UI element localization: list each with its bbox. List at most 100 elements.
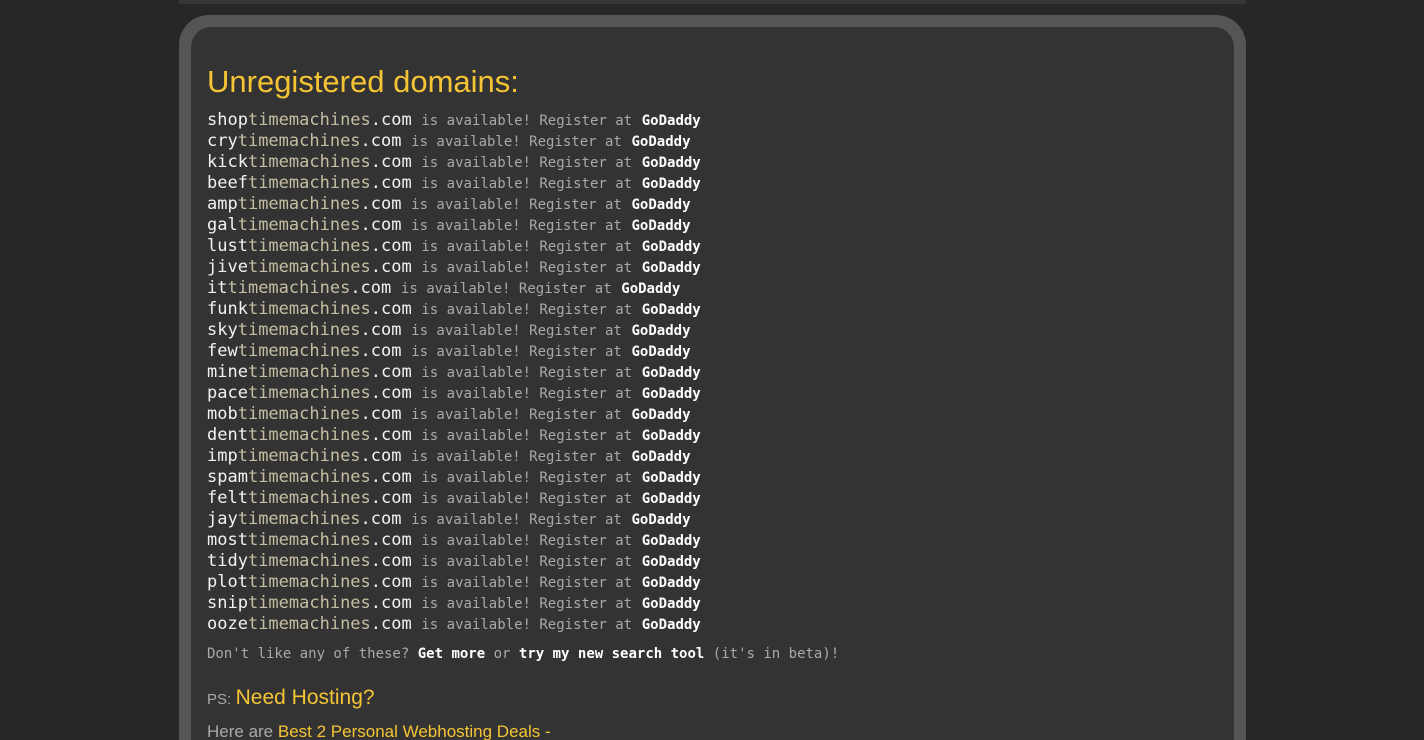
domain-base-name: timemachines: [247, 173, 371, 193]
register-link-godaddy[interactable]: GoDaddy: [632, 512, 691, 528]
register-link-godaddy[interactable]: GoDaddy: [642, 491, 701, 507]
domain-row: fewtimemachines.com is available! Regist…: [207, 340, 1217, 361]
register-link-godaddy[interactable]: GoDaddy: [632, 134, 691, 150]
domain-row: shoptimemachines.com is available! Regis…: [207, 109, 1217, 130]
domain-base-name: timemachines: [247, 614, 371, 634]
domain-base-name: timemachines: [247, 299, 371, 319]
availability-text: is available! Register at: [421, 554, 633, 570]
domain-row: mosttimemachines.com is available! Regis…: [207, 529, 1217, 550]
register-link-godaddy[interactable]: GoDaddy: [632, 218, 691, 234]
availability-text: is available! Register at: [421, 176, 633, 192]
domain-tld: .com: [370, 551, 412, 571]
domain-base-name: timemachines: [237, 131, 361, 151]
domain-prefix: ooze: [207, 614, 248, 634]
register-link-godaddy[interactable]: GoDaddy: [642, 302, 701, 318]
domain-row: crytimemachines.com is available! Regist…: [207, 130, 1217, 151]
register-link-godaddy[interactable]: GoDaddy: [642, 113, 701, 129]
register-link-godaddy[interactable]: GoDaddy: [642, 176, 701, 192]
domain-base-name: timemachines: [247, 530, 371, 550]
domain-prefix: it: [207, 278, 228, 298]
availability-text: is available! Register at: [411, 323, 622, 339]
register-link-godaddy[interactable]: GoDaddy: [642, 260, 701, 276]
domain-row: jivetimemachines.com is available! Regis…: [207, 256, 1217, 277]
register-link-godaddy[interactable]: GoDaddy: [621, 281, 680, 297]
domain-tld: .com: [370, 467, 412, 487]
domain-prefix: funk: [207, 299, 248, 319]
register-link-godaddy[interactable]: GoDaddy: [642, 617, 701, 633]
register-link-godaddy[interactable]: GoDaddy: [632, 344, 691, 360]
domain-prefix: felt: [207, 488, 248, 508]
register-link-godaddy[interactable]: GoDaddy: [632, 449, 691, 465]
hosting-deals-line: Here are Best 2 Personal Webhosting Deal…: [207, 721, 1217, 740]
domain-row: imptimemachines.com is available! Regist…: [207, 445, 1217, 466]
domain-base-name: timemachines: [247, 593, 371, 613]
domain-prefix: sky: [207, 320, 238, 340]
domain-prefix: most: [207, 530, 248, 550]
domain-tld: .com: [350, 278, 392, 298]
domain-row: amptimemachines.com is available! Regist…: [207, 193, 1217, 214]
hosting-deals-link[interactable]: Best 2 Personal Webhosting Deals -: [278, 722, 551, 740]
domain-base-name: timemachines: [247, 467, 371, 487]
domain-prefix: imp: [207, 446, 238, 466]
domain-tld: .com: [360, 509, 402, 529]
domain-tld: .com: [370, 425, 412, 445]
domain-row: kicktimemachines.com is available! Regis…: [207, 151, 1217, 172]
domain-prefix: shop: [207, 110, 248, 130]
register-link-godaddy[interactable]: GoDaddy: [632, 197, 691, 213]
domain-prefix: jive: [207, 257, 248, 277]
more-options-line: Don't like any of these? Get more or try…: [207, 644, 1217, 664]
availability-text: is available! Register at: [421, 155, 633, 171]
register-link-godaddy[interactable]: GoDaddy: [642, 239, 701, 255]
domain-row: mobtimemachines.com is available! Regist…: [207, 403, 1217, 424]
domain-prefix: snip: [207, 593, 248, 613]
domain-tld: .com: [360, 194, 402, 214]
register-link-godaddy[interactable]: GoDaddy: [642, 365, 701, 381]
domain-base-name: timemachines: [247, 152, 371, 172]
domain-row: minetimemachines.com is available! Regis…: [207, 361, 1217, 382]
domain-row: denttimemachines.com is available! Regis…: [207, 424, 1217, 445]
register-link-godaddy[interactable]: GoDaddy: [632, 323, 691, 339]
domain-row: tidytimemachines.com is available! Regis…: [207, 550, 1217, 571]
availability-text: is available! Register at: [421, 239, 633, 255]
domain-row: beeftimemachines.com is available! Regis…: [207, 172, 1217, 193]
availability-text: is available! Register at: [421, 470, 633, 486]
register-link-godaddy[interactable]: GoDaddy: [642, 155, 701, 171]
domain-prefix: spam: [207, 467, 248, 487]
page-title: Unregistered domains:: [207, 64, 519, 99]
search-tool-link[interactable]: try my new search tool: [519, 646, 704, 662]
domain-tld: .com: [360, 404, 402, 424]
domain-base-name: timemachines: [247, 110, 371, 130]
availability-text: is available! Register at: [411, 218, 622, 234]
domain-row: galtimemachines.com is available! Regist…: [207, 214, 1217, 235]
register-link-godaddy[interactable]: GoDaddy: [632, 407, 691, 423]
domain-prefix: gal: [207, 215, 238, 235]
register-link-godaddy[interactable]: GoDaddy: [642, 554, 701, 570]
availability-text: is available! Register at: [411, 134, 622, 150]
beta-note: (it's in beta)!: [712, 646, 840, 662]
domain-tld: .com: [370, 362, 412, 382]
register-link-godaddy[interactable]: GoDaddy: [642, 386, 701, 402]
domain-tld: .com: [370, 236, 412, 256]
register-link-godaddy[interactable]: GoDaddy: [642, 533, 701, 549]
need-hosting-link[interactable]: Need Hosting?: [236, 686, 375, 709]
domain-row: jaytimemachines.com is available! Regist…: [207, 508, 1217, 529]
register-link-godaddy[interactable]: GoDaddy: [642, 575, 701, 591]
domain-tld: .com: [370, 488, 412, 508]
domain-prefix: tidy: [207, 551, 248, 571]
get-more-link[interactable]: Get more: [418, 646, 485, 662]
domain-base-name: timemachines: [247, 362, 371, 382]
availability-text: is available! Register at: [421, 260, 633, 276]
domain-prefix: beef: [207, 173, 248, 193]
register-link-godaddy[interactable]: GoDaddy: [642, 470, 701, 486]
domain-row: felttimemachines.com is available! Regis…: [207, 487, 1217, 508]
domain-base-name: timemachines: [237, 320, 361, 340]
domain-row: spamtimemachines.com is available! Regis…: [207, 466, 1217, 487]
availability-text: is available! Register at: [421, 617, 633, 633]
domain-base-name: timemachines: [247, 572, 371, 592]
register-link-godaddy[interactable]: GoDaddy: [642, 428, 701, 444]
domain-prefix: lust: [207, 236, 248, 256]
register-link-godaddy[interactable]: GoDaddy: [642, 596, 701, 612]
availability-text: is available! Register at: [421, 533, 633, 549]
domain-base-name: timemachines: [247, 551, 371, 571]
domain-base-name: timemachines: [237, 509, 361, 529]
